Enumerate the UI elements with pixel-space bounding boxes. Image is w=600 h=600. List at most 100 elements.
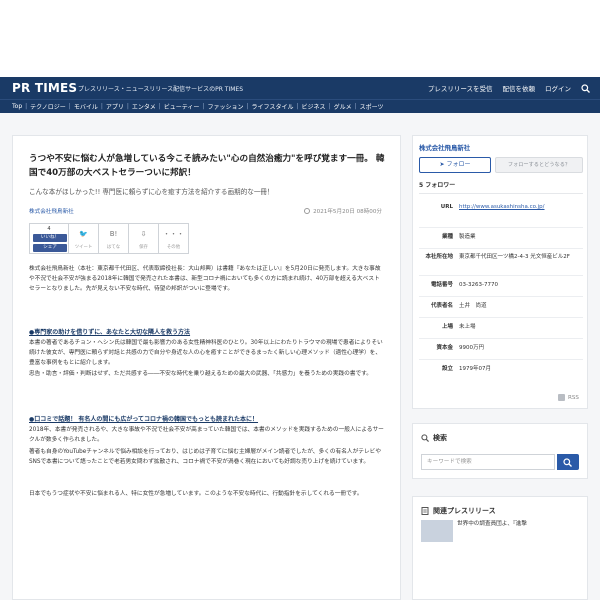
category-beauty[interactable]: ビューティー xyxy=(164,102,200,111)
info-row-representative: 代表者名 土井 尚道 xyxy=(413,302,589,311)
hatena-label: はてな xyxy=(106,245,121,250)
info-key: 電話番号 xyxy=(430,282,453,288)
login-link[interactable]: ログイン xyxy=(545,83,571,93)
related-title: 関連プレスリリース xyxy=(421,506,496,516)
info-row-industry: 業種 製造業 xyxy=(413,233,589,242)
category-bar: Top | テクノロジー | モバイル | アプリ | エンタメ | ビューティー | ファ… xyxy=(0,99,600,113)
save-label: 保存 xyxy=(139,245,148,250)
search-title-text: 検索 xyxy=(433,434,447,442)
info-value: 製造業 xyxy=(459,234,476,240)
publish-date: 2021年5月20日 08時00分 xyxy=(304,207,382,215)
section2-body-3: 日本でもうつ症状や不安に悩まれる人、特に女性が急増しています。このような不安な時… xyxy=(29,491,363,497)
info-key: 業種 xyxy=(441,234,453,240)
header-nav: プレスリリースを受信 配信を依頼 ログイン xyxy=(428,83,590,93)
category-entertainment[interactable]: エンタメ xyxy=(132,102,156,111)
category-fashion[interactable]: ファッション xyxy=(207,102,243,111)
related-title-text: 関連プレスリリース xyxy=(433,507,496,515)
related-release-item[interactable]: 世界中の調査員団よ、『進撃 xyxy=(421,520,575,542)
section2-body: 2018年、本書が発売されるや、大きな事故や不況で社会不安が高まっていた韓国では… xyxy=(29,427,384,443)
category-technology[interactable]: テクノロジー xyxy=(30,102,66,111)
related-thumbnail xyxy=(421,520,453,542)
tweet-label: ツイート xyxy=(74,245,93,250)
sidebar-company-name[interactable]: 株式会社飛鳥新社 xyxy=(419,143,470,152)
article-intro: 株式会社飛鳥新社（本社：東京都千代田区、代表取締役社長：大山邦興）は書籍『あなた… xyxy=(29,266,381,292)
info-row-phone: 電話番号 03-3263-7770 xyxy=(413,281,589,290)
follow-hint-button[interactable]: フォローするとどうなる？ xyxy=(495,157,583,173)
sidebar-divider xyxy=(419,193,583,194)
article-card: うつや不安に悩む人が急増している今こそ読みたい"心の自然治癒力"を呼び覚ます一冊… xyxy=(12,135,401,600)
info-key: 資本金 xyxy=(436,345,453,351)
info-key: 設立 xyxy=(441,366,453,372)
keyword-search-input[interactable]: キーワードで検索 xyxy=(421,454,555,470)
info-key: URL xyxy=(440,204,453,210)
article-headline: うつや不安に悩む人が急増している今こそ読みたい"心の自然治癒力"を呼び覚ます一冊… xyxy=(29,154,385,178)
hatena-icon: B! xyxy=(109,230,118,238)
info-row-listing: 上場 未上場 xyxy=(413,323,589,332)
more-icon: ・・・ xyxy=(163,230,184,238)
category-app[interactable]: アプリ xyxy=(106,102,124,111)
site-tagline: プレスリリース・ニュースリリース配信サービスのPR TIMES xyxy=(78,86,244,93)
share-bar: 4 いいね！ シェア 🐦 ツイート B! はてな ⇩ 保存 ・・・ その他 xyxy=(29,223,189,254)
category-gourmet[interactable]: グルメ xyxy=(334,102,352,111)
rss-link[interactable]: RSS xyxy=(558,394,579,401)
info-value: 9900万円 xyxy=(459,345,484,351)
search-panel-title: 検索 xyxy=(421,433,447,443)
category-sports[interactable]: スポーツ xyxy=(360,102,384,111)
follower-count: 5 フォロワー xyxy=(419,182,456,189)
like-count: 4 xyxy=(47,226,51,232)
info-row-capital: 資本金 9900万円 xyxy=(413,344,589,353)
section1-body-2: 忠告・助言・評価・判断はせず、ただ共感する――不安な時代を乗り越えるための最大の… xyxy=(29,371,372,377)
info-key: 代表者名 xyxy=(430,303,453,309)
facebook-like-button[interactable]: いいね！ xyxy=(33,234,67,242)
prtimes-logo[interactable]: PR TIMES xyxy=(12,81,77,95)
keyword-search-button[interactable] xyxy=(557,454,579,470)
info-value: 土井 尚道 xyxy=(459,303,487,309)
save-button[interactable]: ⇩ 保存 xyxy=(129,223,159,254)
hatena-button[interactable]: B! はてな xyxy=(99,223,129,254)
section2-heading: ●口コミで話題！ 有名人の間にも広がってコロナ禍の韓国でもっとも読まれた本に！ xyxy=(29,416,259,423)
tweet-button[interactable]: 🐦 ツイート xyxy=(69,223,99,254)
more-button[interactable]: ・・・ その他 xyxy=(159,223,189,254)
info-row-address: 本社所在地 東京都千代田区一ツ橋2-4-3 光文恒産ビル2F xyxy=(413,253,589,262)
request-distribution-link[interactable]: 配信を依頼 xyxy=(503,83,536,93)
rss-label: RSS xyxy=(568,394,579,401)
clock-icon xyxy=(304,208,311,214)
info-row-url: URL http://www.asukashinsha.co.jp/ xyxy=(413,203,589,212)
category-lifestyle[interactable]: ライフスタイル xyxy=(252,102,294,111)
document-icon xyxy=(421,507,429,515)
article-subhead: こんな本がほしかった!! 専門医に頼らずに心を癒す方法を紹介する画期的な一冊！ xyxy=(29,188,274,196)
more-label: その他 xyxy=(166,245,181,250)
publish-date-text: 2021年5月20日 08時00分 xyxy=(313,209,382,215)
follow-label: フォロー xyxy=(446,161,471,168)
receive-releases-link[interactable]: プレスリリースを受信 xyxy=(428,83,493,93)
page-frame: PR TIMES プレスリリース・ニュースリリース配信サービスのPR TIMES… xyxy=(0,77,600,600)
section1-heading: ●専門家の助けを借りずに、あなたと大切な隣人を救う方法 xyxy=(29,329,191,336)
related-item-title: 世界中の調査員団よ、『進撃 xyxy=(457,521,527,527)
info-row-founded: 設立 1979年07月 xyxy=(413,365,589,374)
search-icon xyxy=(421,434,429,442)
category-business[interactable]: ビジネス xyxy=(302,102,326,111)
company-url-link[interactable]: http://www.asukashinsha.co.jp/ xyxy=(459,203,577,212)
facebook-share-box: 4 いいね！ シェア xyxy=(29,223,69,254)
info-value: 1979年07月 xyxy=(459,366,491,372)
rss-icon xyxy=(558,394,565,401)
follow-button[interactable]: ➤ フォロー xyxy=(419,157,491,173)
info-value: 未上場 xyxy=(459,324,476,330)
category-top[interactable]: Top xyxy=(12,103,22,110)
twitter-icon: 🐦 xyxy=(79,230,88,238)
top-header: PR TIMES プレスリリース・ニュースリリース配信サービスのPR TIMES… xyxy=(0,77,600,99)
info-key: 上場 xyxy=(441,324,453,330)
info-value: 東京都千代田区一ツ橋2-4-3 光文恒産ビル2F xyxy=(459,254,570,260)
category-mobile[interactable]: モバイル xyxy=(74,102,98,111)
company-sidebar: 株式会社飛鳥新社 ➤ フォロー フォローするとどうなる？ 5 フォロワー URL… xyxy=(412,135,588,409)
article-company-link[interactable]: 株式会社飛鳥新社 xyxy=(29,207,74,215)
save-icon: ⇩ xyxy=(140,230,147,238)
section2-body-2: 著者も自身のYouTubeチャンネルで悩み相談を行っており、はじめは子育てに悩む… xyxy=(29,449,382,465)
info-value: 03-3263-7770 xyxy=(459,282,498,288)
related-releases-panel: 関連プレスリリース 世界中の調査員団よ、『進撃 xyxy=(412,496,588,600)
search-icon[interactable] xyxy=(581,83,590,93)
search-panel: 検索 キーワードで検索 xyxy=(412,423,588,479)
facebook-share-button[interactable]: シェア xyxy=(33,244,67,252)
info-key: 本社所在地 xyxy=(425,254,453,260)
section1-body: 本書の著者であるチョン・ヘシン氏は韓国で最も影響力のある女性精神科医のひとり。3… xyxy=(29,340,383,366)
